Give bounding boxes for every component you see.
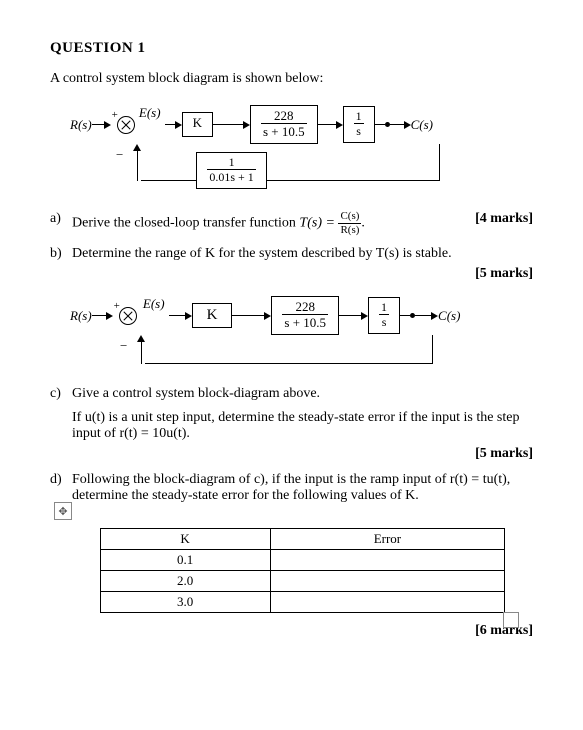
gain-K: K xyxy=(182,112,213,136)
signal-R2: R(s) xyxy=(70,308,92,324)
signal-R: R(s) xyxy=(70,117,92,133)
marks-c: [5 marks] xyxy=(72,446,533,462)
marks-b: [5 marks] xyxy=(72,266,533,282)
question-title: QUESTION 1 xyxy=(50,40,533,57)
signal-C2: C(s) xyxy=(438,308,460,324)
table-row: 0.1 xyxy=(100,550,505,571)
intro-text: A control system block diagram is shown … xyxy=(50,71,533,87)
marks-a: [4 marks] xyxy=(475,211,533,227)
signal-E2: E(s) xyxy=(143,296,165,312)
checkbox-icon[interactable] xyxy=(503,612,519,628)
plant-block-2: 228s + 10.5 xyxy=(271,296,339,335)
sum-plus: + xyxy=(112,109,118,121)
feedback-block: 10.01s + 1 xyxy=(196,152,266,189)
summing-junction-2 xyxy=(119,307,137,325)
gain-K2: K xyxy=(192,303,233,328)
part-c: c) Give a control system block-diagram a… xyxy=(50,386,533,462)
plant-block: 228s + 10.5 xyxy=(250,105,318,144)
block-diagram-1: R(s) + E(s) K 228s + 10.5 1s C(s) − xyxy=(70,105,533,189)
col-error: Error xyxy=(270,529,505,550)
part-a: a) Derive the closed-loop transfer funct… xyxy=(50,211,533,236)
summing-junction xyxy=(117,116,135,134)
sum-minus: − xyxy=(116,147,123,163)
integrator-block: 1s xyxy=(343,106,375,143)
move-icon[interactable]: ✥ xyxy=(54,502,72,520)
marks-d: [6 marks] xyxy=(72,623,533,639)
error-table: K Error 0.1 2.0 3.0 xyxy=(100,528,506,613)
signal-E: E(s) xyxy=(139,105,161,121)
block-diagram-2: R(s) + E(s) K 228s + 10.5 1s C(s) − xyxy=(70,296,533,364)
table-row: 3.0 xyxy=(100,592,505,613)
col-K: K xyxy=(100,529,270,550)
part-b: b) Determine the range of K for the syst… xyxy=(50,246,533,282)
part-d: d) Following the block-diagram of c), if… xyxy=(50,472,533,639)
table-row: 2.0 xyxy=(100,571,505,592)
signal-C: C(s) xyxy=(411,117,433,133)
integrator-block-2: 1s xyxy=(368,297,400,334)
